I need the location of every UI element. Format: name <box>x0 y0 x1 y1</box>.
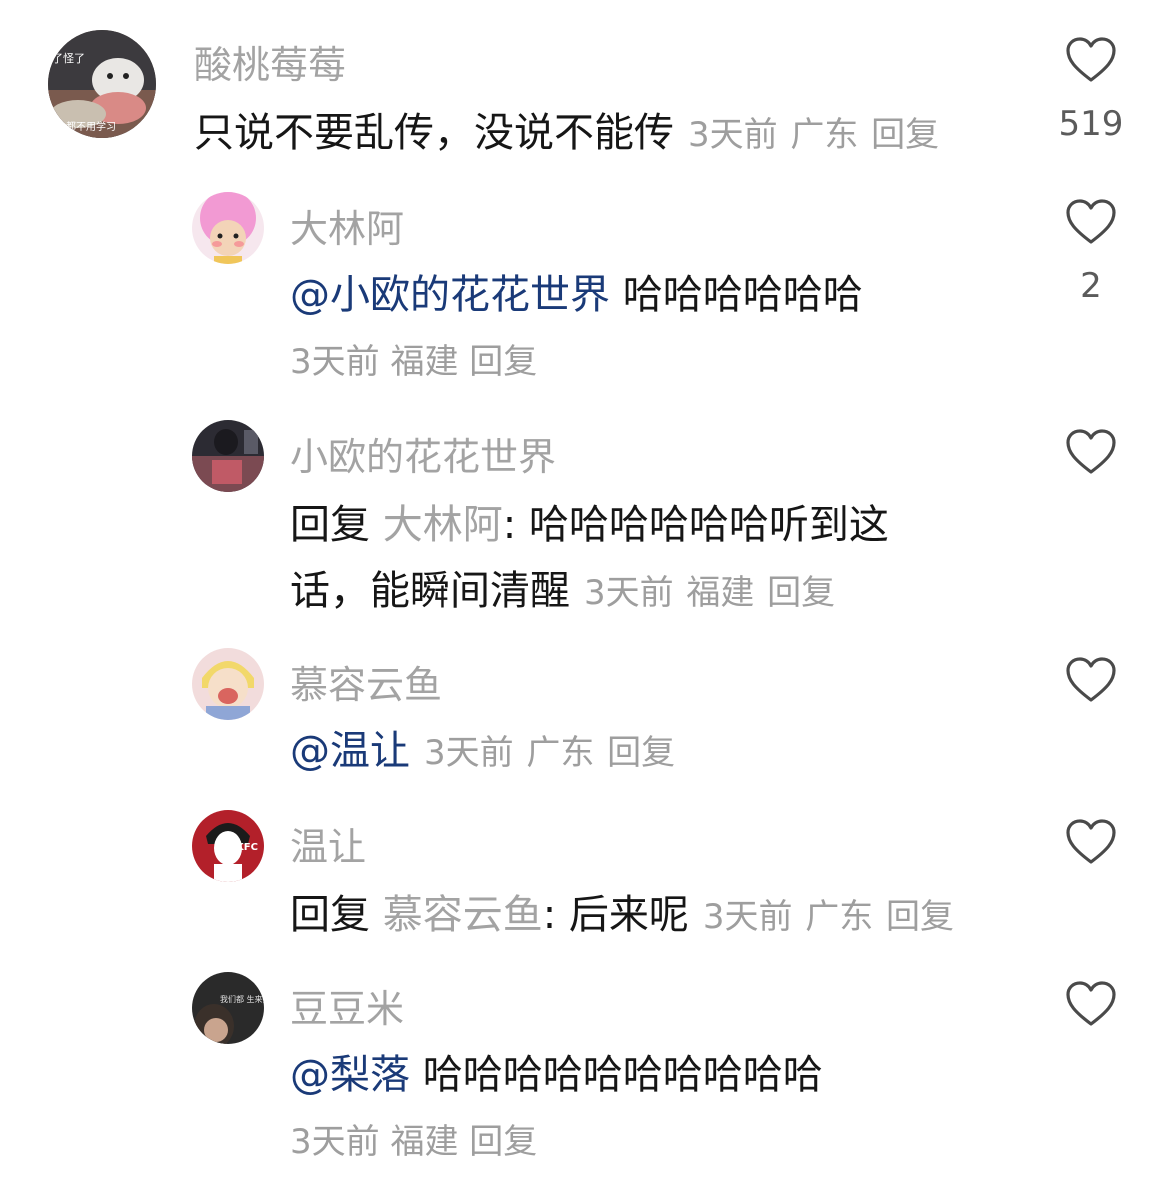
reply-button[interactable]: 回复 <box>871 115 939 155</box>
like-button[interactable] <box>1063 980 1119 1028</box>
avatar-image <box>192 192 264 264</box>
like-count: 2 <box>1080 266 1102 306</box>
avatar[interactable] <box>192 192 264 264</box>
comment-text: 话，能瞬间清醒 <box>290 568 570 614</box>
comment-location: 广东 <box>790 115 859 155</box>
comment-meta: 3天前 福建 回复 <box>290 1114 537 1163</box>
mention-link[interactable]: @温让 <box>290 728 410 774</box>
svg-text:KFC: KFC <box>236 842 258 853</box>
reply-button[interactable]: 回复 <box>607 733 675 773</box>
reply-button[interactable]: 回复 <box>767 573 835 613</box>
like-button[interactable] <box>1063 36 1119 84</box>
avatar-image <box>192 420 264 492</box>
svg-text:了怪了: 了怪了 <box>52 51 85 65</box>
comment-time: 3天前 <box>290 342 380 382</box>
comment-location: 广东 <box>805 897 874 937</box>
comment-text-line: 只说不要乱传，没说不能传 3天前 广东 回复 <box>194 100 939 158</box>
avatar[interactable]: 我们都 生来孤独 <box>192 972 264 1044</box>
comment-username[interactable]: 慕容云鱼 <box>290 654 442 709</box>
comment-location: 福建 <box>390 1122 459 1162</box>
comment-text: 哈哈哈哈哈哈哈哈哈哈 <box>422 1052 823 1098</box>
avatar-image: 我们都 生来孤独 <box>192 972 264 1044</box>
avatar-image <box>192 648 264 720</box>
heart-outline-icon <box>1066 37 1116 82</box>
comment-time: 3天前 <box>584 573 674 613</box>
like-button[interactable] <box>1063 428 1119 476</box>
comment-username[interactable]: 小欧的花花世界 <box>290 426 556 481</box>
reply-button[interactable]: 回复 <box>469 342 537 382</box>
comment-text-line: 话，能瞬间清醒 3天前 福建 回复 <box>290 558 835 616</box>
comment-text-line: @梨落 哈哈哈哈哈哈哈哈哈哈 <box>290 1042 823 1100</box>
comment-text: 哈哈哈哈哈哈 <box>622 272 863 318</box>
comment-location: 福建 <box>686 573 755 613</box>
avatar-image: 了怪了 都不用学习 <box>48 30 156 138</box>
comment-text-line: 回复 大林阿: 哈哈哈哈哈哈听到这 <box>290 492 889 550</box>
svg-text:都不用学习: 都不用学习 <box>66 120 116 133</box>
reply-prefix: 回复 <box>290 502 370 548</box>
like-count: 519 <box>1058 104 1124 144</box>
heart-outline-icon <box>1066 199 1116 244</box>
reply-prefix: 回复 <box>290 892 370 938</box>
comment-username[interactable]: 酸桃莓莓 <box>194 34 346 89</box>
comment-text: 哈哈哈哈哈哈听到这 <box>528 502 889 548</box>
comment-username[interactable]: 大林阿 <box>290 198 404 253</box>
reply-to-username[interactable]: 大林阿 <box>383 502 503 548</box>
heart-outline-icon <box>1066 819 1116 864</box>
reply-colon: : <box>542 892 557 938</box>
comment-username[interactable]: 豆豆米 <box>290 978 404 1033</box>
comment-time: 3天前 <box>290 1122 380 1162</box>
avatar-image: KFC <box>192 810 264 882</box>
reply-colon: : <box>502 502 517 548</box>
avatar[interactable] <box>192 648 264 720</box>
heart-outline-icon <box>1066 429 1116 474</box>
reply-to-username[interactable]: 慕容云鱼 <box>383 892 543 938</box>
comment-text: 只说不要乱传，没说不能传 <box>194 110 674 156</box>
comment-text-line: @小欧的花花世界 哈哈哈哈哈哈 <box>290 262 863 320</box>
comment-time: 3天前 <box>688 115 778 155</box>
comment-location: 福建 <box>390 342 459 382</box>
comment-text-line: 回复 慕容云鱼: 后来呢 3天前 广东 回复 <box>290 882 954 940</box>
heart-outline-icon <box>1066 657 1116 702</box>
svg-text:我们都 生来孤独: 我们都 生来孤独 <box>220 994 264 1004</box>
comment-username[interactable]: 温让 <box>290 816 366 871</box>
like-button[interactable] <box>1063 198 1119 246</box>
heart-outline-icon <box>1066 981 1116 1026</box>
mention-link[interactable]: @小欧的花花世界 <box>290 272 610 318</box>
reply-button[interactable]: 回复 <box>469 1122 537 1162</box>
comment-text: 后来呢 <box>568 892 689 938</box>
reply-button[interactable]: 回复 <box>886 897 954 937</box>
comment-text-line: @温让 3天前 广东 回复 <box>290 718 675 776</box>
avatar[interactable]: KFC <box>192 810 264 882</box>
mention-link[interactable]: @梨落 <box>290 1052 410 1098</box>
comment-meta: 3天前 福建 回复 <box>290 334 537 383</box>
comment-time: 3天前 <box>424 733 514 773</box>
avatar[interactable]: 了怪了 都不用学习 <box>48 30 156 138</box>
comment-time: 3天前 <box>702 897 793 937</box>
avatar[interactable] <box>192 420 264 492</box>
like-button[interactable] <box>1063 656 1119 704</box>
like-button[interactable] <box>1063 818 1119 866</box>
comment-location: 广东 <box>526 733 595 773</box>
